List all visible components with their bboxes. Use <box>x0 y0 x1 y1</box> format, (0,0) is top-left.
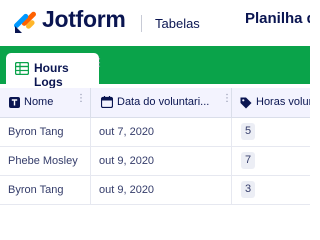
table-row[interactable]: Byron Tang out 9, 2020 3 <box>0 176 310 205</box>
table-header: Nome ⋮ Data do voluntari... ⋮ Horas volu… <box>0 88 310 118</box>
tag-icon <box>240 97 252 109</box>
column-header-nome[interactable]: Nome ⋮ <box>0 88 90 117</box>
cell-divider <box>231 147 232 175</box>
table-row[interactable]: Byron Tang out 7, 2020 5 <box>0 118 310 147</box>
brand-name[interactable]: Jotform <box>42 6 126 33</box>
tab-label: Hours Logs <box>34 61 69 89</box>
text-type-icon <box>9 97 20 108</box>
column-menu-icon[interactable]: ⋮ <box>76 94 86 104</box>
product-name[interactable]: Tabelas <box>155 16 200 31</box>
cell-divider <box>90 176 91 204</box>
cell-divider <box>231 176 232 204</box>
cell-name[interactable]: Phebe Mosley <box>8 155 78 167</box>
table-icon <box>15 62 29 75</box>
cell-name[interactable]: Byron Tang <box>8 184 63 196</box>
tab-bar: Hours Logs ⋮ <box>0 46 310 89</box>
header-divider <box>141 15 142 32</box>
cell-hours[interactable]: 5 <box>241 123 255 140</box>
cell-divider <box>90 147 91 175</box>
column-header-data[interactable]: Data do voluntari... ⋮ <box>91 88 232 117</box>
cell-date[interactable]: out 9, 2020 <box>99 155 154 167</box>
table-row[interactable]: Phebe Mosley out 9, 2020 7 <box>0 147 310 176</box>
column-label: Data do voluntari... <box>117 96 210 108</box>
jotform-logo-icon[interactable] <box>12 9 38 35</box>
cell-hours[interactable]: 3 <box>241 181 255 198</box>
column-header-horas[interactable]: Horas volun <box>232 88 310 117</box>
app-header: Jotform Tabelas Planilha de <box>0 0 310 46</box>
tab-hours-logs[interactable]: Hours Logs ⋮ <box>6 53 105 89</box>
cell-date[interactable]: out 7, 2020 <box>99 126 154 138</box>
tab-more-icon[interactable]: ⋮ <box>94 58 105 69</box>
cell-hours[interactable]: 7 <box>241 152 255 169</box>
cell-name[interactable]: Byron Tang <box>8 126 63 138</box>
cell-date[interactable]: out 9, 2020 <box>99 184 154 196</box>
column-label: Horas volun <box>256 96 310 108</box>
cell-divider <box>231 118 232 146</box>
document-title[interactable]: Planilha de <box>245 10 310 27</box>
column-label: Nome <box>24 96 54 108</box>
cell-divider <box>90 118 91 146</box>
calendar-icon <box>101 96 113 108</box>
